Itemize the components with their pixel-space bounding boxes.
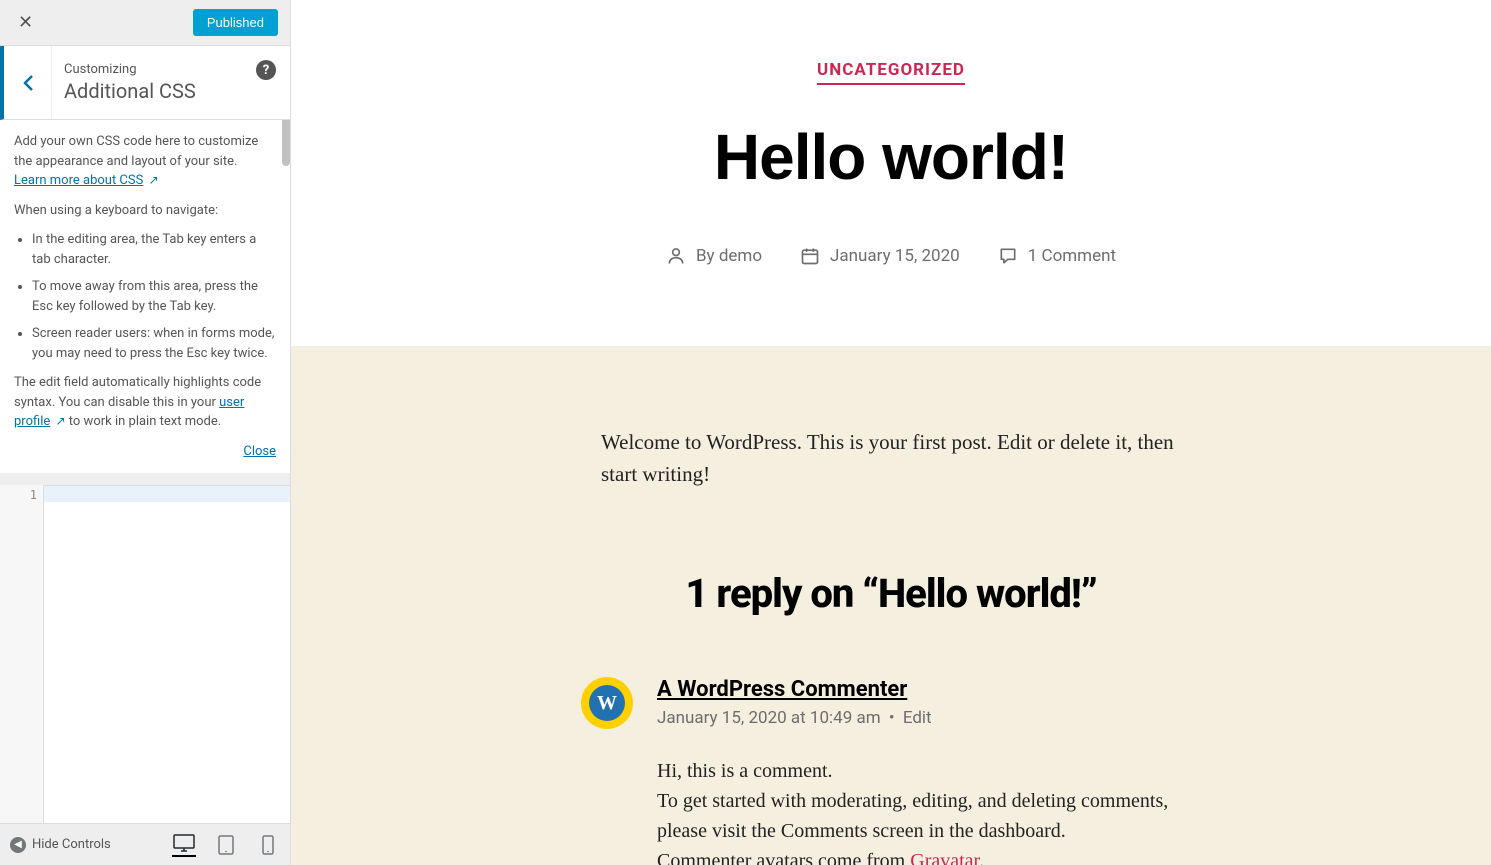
comment-line-2: To get started with moderating, editing,…	[657, 790, 1168, 842]
tip-item: In the editing area, the Tab key enters …	[32, 230, 276, 269]
section-sublabel: Customizing	[64, 62, 278, 77]
preview-pane[interactable]: UNCATEGORIZED Hello world! By demo Janua…	[291, 0, 1491, 865]
comment-text: Hi, this is a comment. To get started wi…	[657, 756, 1201, 865]
code-textarea[interactable]	[44, 485, 290, 823]
line-number: 1	[6, 487, 37, 503]
mobile-device-button[interactable]	[256, 833, 280, 857]
comment-date[interactable]: January 15, 2020 at 10:49 am	[657, 708, 881, 728]
section-header: Customizing Additional CSS ?	[0, 46, 290, 120]
replies-title: 1 reply on “Hello world!”	[601, 570, 1181, 617]
commenter-name-link[interactable]: A WordPress Commenter	[657, 677, 907, 702]
hide-controls-label: Hide Controls	[32, 837, 111, 852]
tip-item: To move away from this area, press the E…	[32, 277, 276, 316]
tip-item: Screen reader users: when in forms mode,…	[32, 324, 276, 363]
author-meta: By demo	[666, 246, 762, 266]
tablet-icon	[218, 835, 234, 855]
author-prefix: By	[696, 246, 719, 266]
comment-meta: January 15, 2020 at 10:49 am • Edit	[657, 708, 1201, 728]
comment-line-1: Hi, this is a comment.	[657, 760, 833, 782]
date-meta: January 15, 2020	[800, 246, 960, 266]
comments-meta[interactable]: 1 Comment	[998, 246, 1116, 266]
tips-list: In the editing area, the Tab key enters …	[14, 230, 276, 363]
avatar: W	[581, 677, 633, 729]
hide-controls-button[interactable]: ◀ Hide Controls	[10, 837, 111, 853]
bottom-bar: ◀ Hide Controls	[0, 823, 290, 865]
comment-line-3-suffix: .	[979, 850, 984, 865]
chevron-left-icon	[22, 74, 34, 92]
code-editor: 1	[0, 473, 290, 823]
syntax-text-2: to work in plain text mode.	[69, 414, 221, 429]
device-toggles	[172, 833, 280, 857]
post-header: UNCATEGORIZED Hello world! By demo Janua…	[291, 0, 1491, 347]
comment-icon	[998, 246, 1018, 266]
category-link[interactable]: UNCATEGORIZED	[817, 60, 965, 85]
comment: W A WordPress Commenter January 15, 2020…	[581, 677, 1201, 865]
help-icon[interactable]: ?	[256, 60, 276, 80]
back-button[interactable]	[4, 46, 52, 119]
top-bar: ✕ Published	[0, 0, 290, 46]
desktop-device-button[interactable]	[172, 833, 196, 857]
author-name[interactable]: demo	[719, 246, 762, 266]
intro-text: Add your own CSS code here to customize …	[14, 134, 258, 169]
external-link-icon: ↗	[56, 414, 66, 428]
close-icon[interactable]: ✕	[12, 6, 39, 39]
close-description-link[interactable]: Close	[14, 442, 276, 462]
comments-count: 1 Comment	[1028, 246, 1116, 266]
person-icon	[666, 246, 686, 266]
publish-button[interactable]: Published	[193, 9, 278, 36]
meta-separator: •	[885, 708, 899, 728]
learn-more-link[interactable]: Learn more about CSS	[14, 173, 143, 188]
post-title: Hello world!	[331, 120, 1451, 194]
section-title: Additional CSS	[64, 79, 278, 103]
collapse-icon: ◀	[10, 837, 26, 853]
wordpress-logo-icon: W	[581, 677, 633, 729]
keyboard-intro: When using a keyboard to navigate:	[14, 201, 276, 221]
code-gutter: 1	[0, 485, 44, 823]
mobile-icon	[262, 835, 274, 855]
comment-line-3-prefix: Commenter avatars come from	[657, 850, 910, 865]
gravatar-link[interactable]: Gravatar	[910, 850, 979, 865]
customizer-sidebar: ✕ Published Customizing Additional CSS ?…	[0, 0, 291, 865]
post-meta: By demo January 15, 2020 1 Comment	[331, 246, 1451, 266]
external-link-icon: ↗	[149, 173, 159, 187]
edit-comment-link[interactable]: Edit	[903, 708, 932, 728]
section-labels: Customizing Additional CSS	[52, 52, 290, 113]
post-content: Welcome to WordPress. This is your first…	[601, 427, 1181, 490]
calendar-icon	[800, 246, 820, 266]
tablet-device-button[interactable]	[214, 833, 238, 857]
post-date: January 15, 2020	[830, 246, 960, 266]
desktop-icon	[173, 834, 195, 852]
post-body: Welcome to WordPress. This is your first…	[291, 347, 1491, 865]
description-panel: Add your own CSS code here to customize …	[0, 120, 290, 473]
